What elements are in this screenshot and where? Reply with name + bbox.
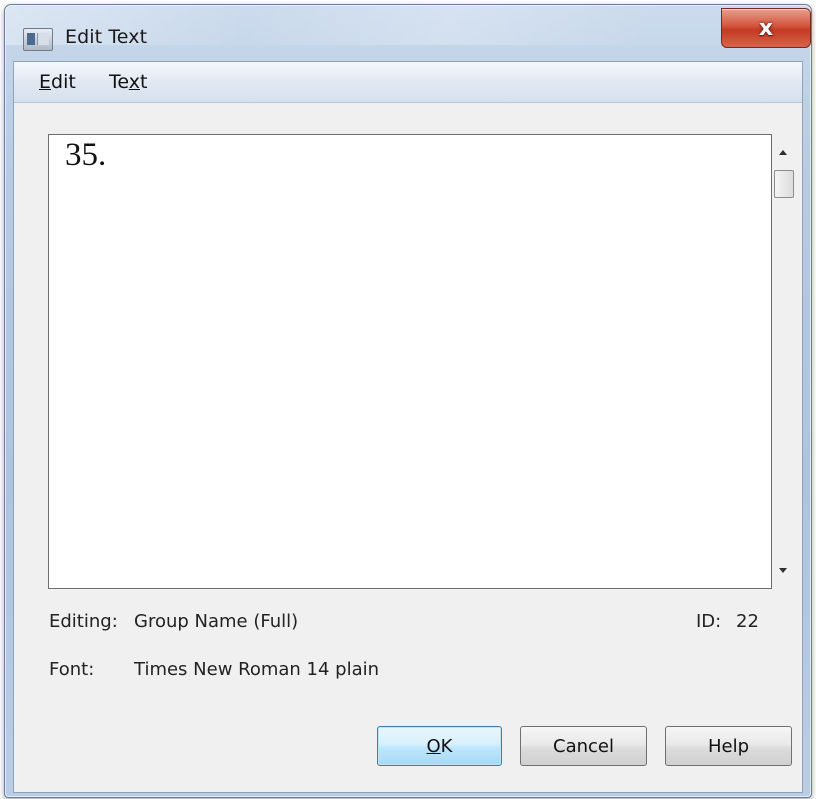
text-editor-area[interactable]: 35. — [48, 134, 772, 589]
font-label: Font: — [49, 659, 95, 680]
close-button[interactable]: x — [721, 8, 811, 48]
close-icon: x — [758, 15, 774, 41]
font-value: Times New Roman 14 plain — [134, 659, 380, 680]
menu-edit[interactable]: Edit — [39, 71, 76, 93]
id-value: 22 — [736, 611, 759, 632]
help-button[interactable]: Help — [665, 726, 792, 766]
menu-text[interactable]: Text — [109, 71, 147, 93]
editing-value: Group Name (Full) — [134, 611, 299, 632]
scrollbar-thumb[interactable] — [774, 170, 794, 198]
scroll-down-arrow-icon[interactable] — [779, 568, 787, 573]
cancel-button[interactable]: Cancel — [520, 726, 647, 766]
editing-label: Editing: — [49, 611, 118, 632]
ok-button[interactable]: OK — [377, 726, 502, 766]
window-title: Edit Text — [65, 26, 148, 48]
title-bar[interactable]: Edit Text x — [5, 5, 811, 57]
text-content[interactable]: 35. — [65, 137, 106, 174]
scroll-up-arrow-icon[interactable] — [779, 150, 787, 155]
edit-text-window: Edit Text x Edit Text 35. Editing: Group… — [4, 4, 812, 798]
vertical-scrollbar[interactable] — [772, 134, 794, 589]
dialog-window-icon — [23, 28, 53, 51]
dialog-body: Edit Text 35. Editing: Group Name (Full)… — [13, 61, 803, 793]
menu-bar: Edit Text — [14, 62, 802, 103]
id-label: ID: — [696, 611, 722, 632]
